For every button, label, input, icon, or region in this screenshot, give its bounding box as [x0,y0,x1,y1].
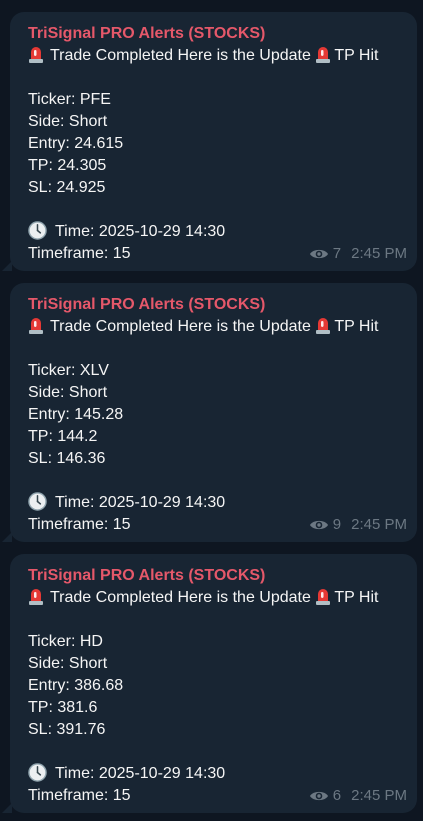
status-tag: TP Hit [334,589,379,606]
tp-line: TP: 24.305 [28,157,107,174]
headline-text: Trade Completed Here is the Update [50,589,311,606]
bubble-tail [2,803,12,813]
message-timestamp: 2:45 PM [351,787,407,804]
status-tag: TP Hit [334,318,379,335]
sender-name[interactable]: TriSignal PRO Alerts (STOCKS) [28,565,417,587]
police-siren-icon [29,318,43,334]
time-text: Time: 2025-10-29 14:30 [55,494,226,511]
police-siren-icon [29,47,43,63]
sl-line: SL: 391.76 [28,721,106,738]
side-line: Side: Short [28,655,108,672]
clock-icon [28,221,47,240]
clock-icon [28,763,47,782]
message-bubble[interactable]: TriSignal PRO Alerts (STOCKS) Trade Comp… [2,554,417,813]
side-line: Side: Short [28,384,108,401]
message-meta: 7 2:45 PM [309,245,407,263]
ticker-line: Ticker: HD [28,633,103,650]
message-timestamp: 2:45 PM [351,516,407,533]
time-line: Time: 2025-10-29 14:30 [28,492,417,514]
police-siren-icon [29,589,43,605]
time-line: Time: 2025-10-29 14:30 [28,763,417,785]
sender-name[interactable]: TriSignal PRO Alerts (STOCKS) [28,23,417,45]
sender-name[interactable]: TriSignal PRO Alerts (STOCKS) [28,294,417,316]
sl-line: SL: 24.925 [28,179,106,196]
time-text: Time: 2025-10-29 14:30 [55,765,226,782]
headline-text: Trade Completed Here is the Update [50,318,311,335]
bubble-tail [2,261,12,271]
eye-icon [309,791,328,801]
view-count: 7 [332,245,342,262]
time-text: Time: 2025-10-29 14:30 [55,223,226,240]
tp-line: TP: 381.6 [28,699,98,716]
time-line: Time: 2025-10-29 14:30 [28,221,417,243]
ticker-line: Ticker: XLV [28,362,109,379]
entry-line: Entry: 145.28 [28,406,124,423]
side-line: Side: Short [28,113,108,130]
view-count: 9 [332,516,342,533]
message-bubble[interactable]: TriSignal PRO Alerts (STOCKS) Trade Comp… [2,12,417,271]
headline-line: Trade Completed Here is the Update TP Hi… [28,587,417,609]
bubble-tail [2,532,12,542]
clock-icon [28,492,47,511]
message-bubble[interactable]: TriSignal PRO Alerts (STOCKS) Trade Comp… [2,283,417,542]
message-timestamp: 2:45 PM [351,245,407,262]
entry-line: Entry: 386.68 [28,677,124,694]
message-meta: 6 2:45 PM [309,787,407,805]
eye-icon [309,249,328,259]
police-siren-icon [316,589,331,605]
ticker-line: Ticker: PFE [28,91,111,108]
sl-line: SL: 146.36 [28,450,106,467]
eye-icon [309,520,328,530]
headline-text: Trade Completed Here is the Update [50,47,311,64]
headline-line: Trade Completed Here is the Update TP Hi… [28,316,417,338]
tp-line: TP: 144.2 [28,428,98,445]
status-tag: TP Hit [334,47,379,64]
entry-line: Entry: 24.615 [28,135,124,152]
police-siren-icon [316,47,331,63]
message-meta: 9 2:45 PM [309,516,407,534]
view-count: 6 [332,787,342,804]
police-siren-icon [316,318,331,334]
headline-line: Trade Completed Here is the Update TP Hi… [28,45,417,67]
